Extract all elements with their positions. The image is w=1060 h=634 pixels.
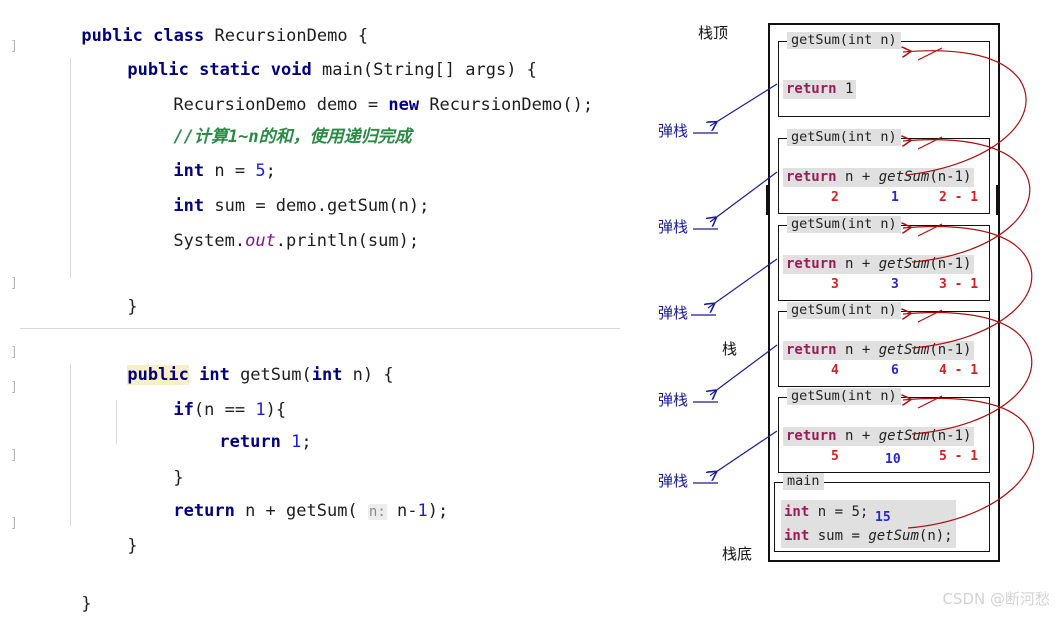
frame-annotation-result: 10 bbox=[885, 452, 901, 467]
stack-frame: getSum(int n) return n + getSum(n-1) 5 1… bbox=[778, 388, 990, 473]
stack-middle-label: 栈 bbox=[722, 340, 738, 358]
frame-annotation-arg: 4 - 1 bbox=[939, 363, 979, 378]
frame-return-expr: 1 bbox=[836, 81, 854, 97]
frame-body: int n = 5; int sum = getSum(n); bbox=[781, 500, 956, 548]
frame-annotation-n: 2 bbox=[831, 190, 839, 205]
fold-marker-icon[interactable]: ] bbox=[9, 381, 19, 395]
frame-title: getSum(int n) bbox=[787, 32, 901, 49]
code-editor[interactable]: ] ] ] ] ] ] public class RecursionDemo {… bbox=[0, 0, 650, 615]
frame-annotation-result: 6 bbox=[891, 363, 899, 378]
stack-edge-tick bbox=[766, 185, 770, 215]
stack-frame: getSum(int n) return 1 bbox=[778, 32, 990, 117]
code-line-close-method: } bbox=[127, 536, 138, 556]
frame-annotation-n: 3 bbox=[831, 277, 839, 292]
stack-frame-main: main int n = 5; int sum = getSum(n); 15 bbox=[774, 473, 990, 552]
fold-marker-icon[interactable]: ] bbox=[9, 277, 19, 291]
frame-annotation-n: 4 bbox=[831, 363, 839, 378]
fold-marker-icon[interactable]: ] bbox=[9, 517, 19, 531]
code-line-7: } bbox=[127, 297, 138, 317]
frame-body: return n + getSum(n-1) bbox=[783, 341, 975, 360]
pop-stack-label: 弹栈 bbox=[658, 122, 689, 140]
frame-annotation-result: 1 bbox=[891, 190, 899, 205]
frame-title: getSum(int n) bbox=[787, 129, 901, 146]
pop-stack-label: 弹栈 bbox=[658, 391, 689, 409]
stack-frame: getSum(int n) return n + getSum(n-1) 4 6… bbox=[778, 302, 990, 387]
frame-return-keyword: return bbox=[786, 256, 837, 272]
frame-body: return n + getSum(n-1) bbox=[783, 168, 975, 187]
frame-annotation-result: 3 bbox=[891, 277, 899, 292]
frame-return-keyword: return bbox=[786, 428, 837, 444]
frame-return-keyword: return bbox=[786, 81, 837, 97]
stack-edge-tick bbox=[996, 185, 1000, 215]
code-line-return-recursive: return n + getSum( n: n-1); bbox=[173, 501, 449, 521]
pop-arrow bbox=[708, 258, 778, 308]
frame-return-expr: n + getSum(n-1) bbox=[836, 342, 972, 358]
code-line-close-class: } bbox=[81, 594, 92, 614]
pop-stack-label: 弹栈 bbox=[658, 304, 689, 322]
frame-return-keyword: return bbox=[786, 169, 837, 185]
stack-frame: getSum(int n) return n + getSum(n-1) 2 1… bbox=[778, 129, 990, 214]
frame-title: getSum(int n) bbox=[787, 388, 901, 405]
frame-annotation-arg: 3 - 1 bbox=[939, 277, 979, 292]
frame-body: return 1 bbox=[783, 80, 857, 99]
frame-return-expr: n + getSum(n-1) bbox=[836, 428, 972, 444]
frame-return-keyword: return bbox=[786, 342, 837, 358]
frame-title: getSum(int n) bbox=[787, 216, 901, 233]
stack-top-label: 栈顶 bbox=[698, 24, 729, 42]
stack-frame: getSum(int n) return n + getSum(n-1) 3 3… bbox=[778, 216, 990, 301]
frame-return-expr: n + getSum(n-1) bbox=[836, 256, 972, 272]
frame-annotation-n: 5 bbox=[831, 449, 839, 464]
pop-stack-label: 弹栈 bbox=[658, 472, 689, 490]
stack-bottom-label: 栈底 bbox=[722, 545, 753, 563]
frame-annotation-arg: 5 - 1 bbox=[939, 449, 979, 464]
pop-arrow bbox=[710, 344, 778, 395]
fold-marker-icon[interactable]: ] bbox=[9, 449, 19, 463]
pop-arrow bbox=[710, 430, 778, 476]
pop-stack-label: 弹栈 bbox=[658, 218, 689, 236]
watermark: CSDN @断河愁 bbox=[942, 590, 1050, 608]
frame-title: main bbox=[783, 473, 824, 490]
frame-body: return n + getSum(n-1) bbox=[783, 255, 975, 274]
code-line-6: System.out.println(sum); bbox=[173, 231, 420, 251]
frame-annotation-result: 15 bbox=[875, 510, 891, 525]
fold-marker-icon[interactable]: ] bbox=[9, 40, 19, 54]
frame-return-expr: n + getSum(n-1) bbox=[836, 169, 972, 185]
frame-title: getSum(int n) bbox=[787, 302, 901, 319]
call-stack-diagram: 栈顶 栈 栈底 弹栈 弹栈 弹栈 弹栈 弹栈 getSum(int n) ret… bbox=[650, 0, 1060, 615]
fold-marker-icon[interactable]: ] bbox=[9, 346, 19, 360]
pop-arrow bbox=[710, 83, 778, 126]
parameter-hint: n: bbox=[367, 504, 387, 520]
frame-body: return n + getSum(n-1) bbox=[783, 427, 975, 446]
page-root: ] ] ] ] ] ] public class RecursionDemo {… bbox=[0, 0, 1060, 615]
frame-annotation-arg: 2 - 1 bbox=[939, 190, 979, 205]
